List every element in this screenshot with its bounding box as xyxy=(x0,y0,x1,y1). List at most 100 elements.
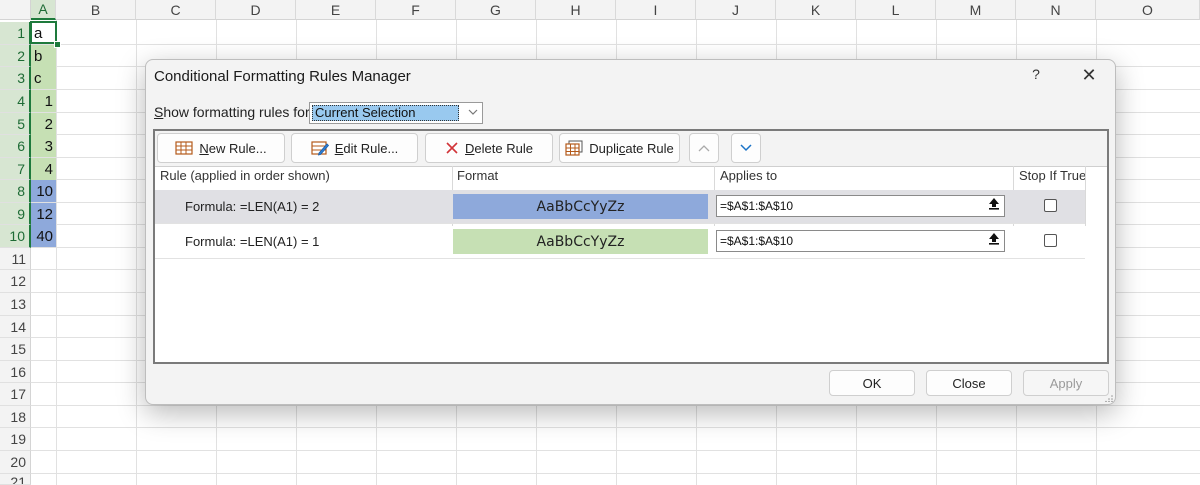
move-down-button[interactable] xyxy=(731,133,761,163)
row-header-8[interactable]: 8 xyxy=(0,180,31,203)
chevron-down-icon xyxy=(468,109,478,115)
row-header-2[interactable]: 2 xyxy=(0,45,31,67)
rules-toolbar: New Rule... Edit Rule... Delete Rule Dup… xyxy=(155,131,1107,167)
column-separator xyxy=(1085,166,1086,226)
show-label-accesskey: S xyxy=(154,104,164,120)
cell-a3[interactable]: c xyxy=(31,67,56,89)
row-header-10[interactable]: 10 xyxy=(0,225,31,248)
delete-rule-label: Delete Rule xyxy=(465,141,533,156)
ok-button[interactable]: OK xyxy=(829,370,915,396)
cell-a10[interactable]: 40 xyxy=(31,225,56,247)
column-header-i[interactable]: I xyxy=(616,0,696,20)
cell-a5[interactable]: 2 xyxy=(31,113,56,135)
delete-rule-text: elete Rule xyxy=(474,140,533,156)
conditional-formatting-rules-manager-dialog: Conditional Formatting Rules Manager ? ✕… xyxy=(145,59,1116,405)
select-all-corner[interactable] xyxy=(0,0,31,20)
row-header-12[interactable]: 12 xyxy=(0,270,31,293)
delete-rule-accesskey: D xyxy=(465,140,475,156)
apply-button[interactable]: Apply xyxy=(1023,370,1109,396)
row-header-15[interactable]: 15 xyxy=(0,338,31,361)
new-rule-label: New Rule... xyxy=(199,141,266,156)
duplicate-rule-label: Duplicate Rule xyxy=(589,141,674,156)
duplicate-rule-button[interactable]: Duplicate Rule xyxy=(559,133,680,163)
move-up-button[interactable] xyxy=(689,133,719,163)
rule-description: Formula: =LEN(A1) = 2 xyxy=(185,199,320,214)
column-header-n[interactable]: N xyxy=(1016,0,1096,20)
row-header-3[interactable]: 3 xyxy=(0,67,31,90)
column-header-j[interactable]: J xyxy=(696,0,776,20)
edit-rule-icon xyxy=(311,140,329,156)
column-header-h[interactable]: H xyxy=(536,0,616,20)
row-header-21[interactable]: 21 xyxy=(0,474,31,485)
gridline xyxy=(31,44,1200,45)
dialog-title: Conditional Formatting Rules Manager xyxy=(154,68,411,85)
delete-x-icon xyxy=(445,141,459,155)
show-rules-for-value: Current Selection xyxy=(312,105,459,121)
column-header-c[interactable]: C xyxy=(136,0,216,20)
row-header-19[interactable]: 19 xyxy=(0,428,31,451)
row-header-17[interactable]: 17 xyxy=(0,383,31,406)
gridline xyxy=(31,473,1200,474)
column-header-applies-to[interactable]: Applies to xyxy=(720,168,777,183)
cell-a2[interactable]: b xyxy=(31,45,56,67)
cell-a8[interactable]: 10 xyxy=(31,180,56,202)
gridline xyxy=(31,405,1200,406)
close-icon[interactable]: ✕ xyxy=(1076,62,1102,88)
stop-if-true-checkbox[interactable] xyxy=(1044,234,1057,247)
column-header-d[interactable]: D xyxy=(216,0,296,20)
column-header-a[interactable]: A xyxy=(31,0,56,20)
fill-handle[interactable] xyxy=(54,41,61,48)
applies-to-field[interactable]: =$A$1:$A$10 xyxy=(716,230,1005,252)
row-header-7[interactable]: 7 xyxy=(0,158,31,180)
new-rule-icon xyxy=(175,141,193,155)
collapse-dialog-icon[interactable] xyxy=(988,232,1000,248)
column-header-k[interactable]: K xyxy=(776,0,856,20)
column-header-f[interactable]: F xyxy=(376,0,456,20)
applies-to-value: =$A$1:$A$10 xyxy=(720,234,794,248)
chevron-down-icon xyxy=(740,144,752,152)
row-header-16[interactable]: 16 xyxy=(0,361,31,383)
gridline xyxy=(31,427,1200,428)
help-button[interactable]: ? xyxy=(1026,66,1046,82)
rule-row-1[interactable]: Formula: =LEN(A1) = 2 AaBbCcYyZz =$A$1:$… xyxy=(155,190,1085,223)
rule-row-2[interactable]: Formula: =LEN(A1) = 1 AaBbCcYyZz =$A$1:$… xyxy=(155,225,1085,258)
column-header-b[interactable]: B xyxy=(56,0,136,20)
column-header-m[interactable]: M xyxy=(936,0,1016,20)
row-header-11[interactable]: 11 xyxy=(0,248,31,270)
show-label-text: how formatting rules for: xyxy=(163,104,314,120)
column-header-stop-if-true[interactable]: Stop If True xyxy=(1019,168,1086,183)
row-header-5[interactable]: 5 xyxy=(0,113,31,135)
chevron-up-icon xyxy=(698,145,710,152)
row-header-20[interactable]: 20 xyxy=(0,451,31,474)
rules-panel: New Rule... Edit Rule... Delete Rule Dup… xyxy=(153,129,1109,364)
row-header-1[interactable]: 1 xyxy=(0,22,31,45)
column-header-l[interactable]: L xyxy=(856,0,936,20)
edit-rule-button[interactable]: Edit Rule... xyxy=(291,133,418,163)
row-header-14[interactable]: 14 xyxy=(0,316,31,338)
row-header-13[interactable]: 13 xyxy=(0,293,31,316)
cell-a7[interactable]: 4 xyxy=(31,158,56,180)
column-header-o[interactable]: O xyxy=(1096,0,1200,20)
row-header-18[interactable]: 18 xyxy=(0,406,31,428)
collapse-dialog-icon[interactable] xyxy=(988,197,1000,213)
row-header-9[interactable]: 9 xyxy=(0,203,31,225)
applies-to-value: =$A$1:$A$10 xyxy=(720,199,794,213)
stop-if-true-checkbox[interactable] xyxy=(1044,199,1057,212)
show-rules-for-label: Show formatting rules for: xyxy=(154,104,314,120)
column-header-e[interactable]: E xyxy=(296,0,376,20)
applies-to-field[interactable]: =$A$1:$A$10 xyxy=(716,195,1005,217)
column-header-rule[interactable]: Rule (applied in order shown) xyxy=(160,168,330,183)
close-button[interactable]: Close xyxy=(926,370,1012,396)
row-header-6[interactable]: 6 xyxy=(0,135,31,158)
column-header-g[interactable]: G xyxy=(456,0,536,20)
row-header-4[interactable]: 4 xyxy=(0,90,31,113)
column-header-format[interactable]: Format xyxy=(457,168,498,183)
cell-a1[interactable]: a xyxy=(31,22,56,44)
cell-a6[interactable]: 3 xyxy=(31,135,56,157)
delete-rule-button[interactable]: Delete Rule xyxy=(425,133,553,163)
cell-a9[interactable]: 12 xyxy=(31,203,56,225)
show-rules-for-dropdown[interactable]: Current Selection xyxy=(309,102,483,124)
new-rule-button[interactable]: New Rule... xyxy=(157,133,285,163)
cell-a4[interactable]: 1 xyxy=(31,90,56,112)
resize-grip-icon[interactable] xyxy=(1105,394,1113,402)
